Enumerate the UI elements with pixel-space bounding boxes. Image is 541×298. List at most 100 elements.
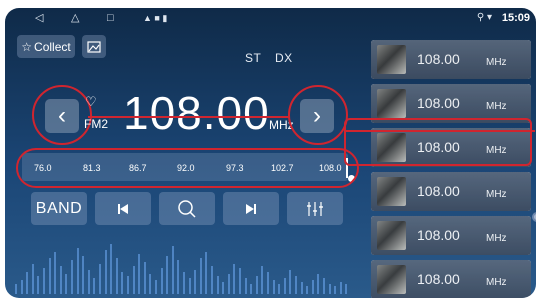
visualizer-bar [37, 276, 40, 294]
dx-indicator[interactable]: DX [275, 51, 293, 65]
visualizer-bar [300, 282, 303, 294]
image-button[interactable] [82, 35, 106, 58]
status-bar: ◁ △ □ ▲ ■ ▮ ⚲ ▾ 15:09 [5, 8, 536, 30]
annotation-preset-highlight [344, 118, 532, 166]
home-icon[interactable]: △ [71, 12, 79, 24]
station-thumbnail [377, 89, 406, 118]
visualizer-bar [345, 284, 348, 294]
favorite-icon[interactable]: ♡ [85, 94, 97, 110]
star-icon: ☆ [21, 39, 33, 54]
annotation-circle-left [32, 85, 92, 145]
visualizer-bar [166, 256, 169, 294]
search-icon [178, 199, 196, 218]
visualizer-bar [250, 284, 253, 294]
audio-visualizer [15, 234, 355, 294]
visualizer-bar [272, 280, 275, 294]
visualizer-bar [93, 278, 96, 294]
visualizer-bar [15, 284, 17, 294]
preset-unit: MHz [486, 101, 507, 112]
visualizer-bar [211, 266, 213, 294]
search-button[interactable] [159, 192, 215, 225]
visualizer-bar [115, 258, 118, 294]
visualizer-bar [26, 272, 29, 294]
preset-unit: MHz [486, 57, 507, 68]
visualizer-bar [328, 284, 331, 294]
preset-frequency: 108.00 [417, 183, 460, 199]
visualizer-bar [306, 286, 309, 294]
radio-screen: ◁ △ □ ▲ ■ ▮ ⚲ ▾ 15:09 ☆ Collect ST DX ‹ … [5, 8, 536, 298]
preset-item[interactable]: 108.00 MHz [371, 260, 531, 298]
annotation-circle-right [288, 85, 348, 145]
seek-back-button[interactable] [95, 192, 151, 225]
preset-unit: MHz [486, 233, 507, 244]
collect-button[interactable]: ☆ Collect [17, 35, 75, 58]
visualizer-bar [127, 276, 129, 294]
recents-icon[interactable]: □ [107, 12, 114, 24]
visualizer-bar [233, 264, 236, 294]
band-button[interactable]: BAND [31, 192, 87, 225]
visualizer-bar [323, 278, 325, 294]
visualizer-bar [239, 268, 241, 294]
preset-item[interactable]: 108.00 MHz [371, 172, 531, 211]
visualizer-bar [227, 274, 230, 294]
visualizer-bar [194, 270, 197, 294]
visualizer-bar [244, 278, 247, 294]
equalizer-icon [307, 201, 323, 216]
visualizer-bar [160, 268, 163, 294]
visualizer-bar [99, 264, 101, 294]
visualizer-bar [71, 260, 73, 294]
visualizer-bar [132, 266, 135, 294]
collect-label: Collect [34, 39, 71, 54]
preset-unit: MHz [486, 277, 507, 288]
preset-item[interactable]: 108.00 MHz [371, 216, 531, 255]
visualizer-bar [188, 278, 191, 294]
preset-frequency: 108.00 [417, 271, 460, 287]
drawer-handle[interactable] [532, 212, 536, 222]
visualizer-bar [31, 264, 34, 294]
band-button-label: BAND [35, 199, 83, 217]
image-icon [87, 40, 101, 53]
visualizer-bar [43, 268, 45, 294]
visualizer-bar [121, 272, 124, 294]
back-icon[interactable]: ◁ [35, 12, 43, 24]
visualizer-bar [48, 258, 51, 294]
preset-frequency: 108.00 [417, 95, 460, 111]
visualizer-bar [216, 276, 219, 294]
station-thumbnail [377, 177, 406, 206]
visualizer-bar [87, 270, 90, 294]
visualizer-bar [138, 254, 141, 294]
visualizer-bar [339, 282, 342, 294]
current-frequency: 108.00 [123, 87, 270, 139]
visualizer-bar [205, 252, 208, 294]
visualizer-bar [183, 272, 185, 294]
alert-icon: ▲ ■ ▮ [143, 13, 168, 23]
visualizer-bar [104, 250, 107, 294]
preset-frequency: 108.00 [417, 51, 460, 67]
visualizer-bar [317, 274, 320, 294]
visualizer-bar [143, 262, 146, 294]
visualizer-bar [255, 276, 258, 294]
annotation-connector [345, 130, 535, 132]
visualizer-bar [267, 272, 269, 294]
visualizer-bar [59, 266, 62, 294]
visualizer-bar [295, 276, 297, 294]
visualizer-bar [110, 244, 113, 294]
station-thumbnail [377, 221, 406, 250]
visualizer-bar [199, 258, 202, 294]
station-thumbnail [377, 265, 406, 294]
visualizer-bar [261, 266, 264, 294]
skip-next-icon [246, 203, 256, 214]
visualizer-bar [171, 246, 174, 294]
visualizer-bar [283, 278, 286, 294]
preset-frequency: 108.00 [417, 227, 460, 243]
stereo-indicator[interactable]: ST [245, 51, 261, 65]
preset-item[interactable]: 108.00 MHz [371, 40, 531, 79]
visualizer-bar [311, 280, 314, 294]
equalizer-button[interactable] [287, 192, 343, 225]
seek-forward-button[interactable] [223, 192, 279, 225]
visualizer-bar [82, 256, 85, 294]
visualizer-bar [334, 286, 337, 294]
location-wifi-icon: ⚲ ▾ [476, 12, 492, 23]
station-thumbnail [377, 45, 406, 74]
visualizer-bar [20, 280, 23, 294]
